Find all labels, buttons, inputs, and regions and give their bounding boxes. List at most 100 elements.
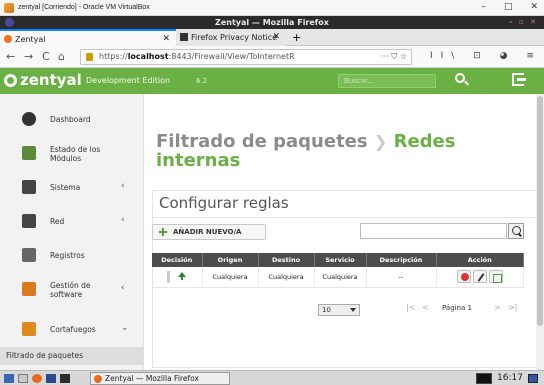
last-page-button[interactable]: >| (508, 303, 517, 312)
delete-icon[interactable] (456, 270, 471, 284)
firefox-favicon-icon (180, 33, 188, 41)
vbox-titlebar: zentyal [Corriendo] - Oracle VM VirtualB… (0, 0, 544, 16)
sidebar-item[interactable]: Estado de los Módulos (0, 136, 144, 170)
tab-zentyal[interactable]: Zentyal ✕ (0, 29, 176, 46)
sidebar-item[interactable]: Cortafuegos ⌄ (0, 312, 144, 346)
sidebar-item-label: Dashboard (50, 115, 91, 124)
app-logo-text[interactable]: zentyal (20, 71, 82, 89)
table-search-icon[interactable] (508, 223, 524, 239)
url-actions[interactable]: ··· ⛉ ☆ (381, 50, 407, 64)
url-bar[interactable]: https://localhost:8443/Firewall/View/ToI… (80, 49, 412, 65)
back-button[interactable]: ← (6, 50, 15, 63)
expand-arrow-icon[interactable]: ‹ (121, 181, 125, 191)
edition-label: Development Edition (86, 76, 171, 85)
close-button[interactable]: ✕ (530, 2, 538, 12)
sidebar-item[interactable]: Dashboard (0, 102, 144, 136)
destination-cell: Cualquiera (258, 267, 315, 288)
files-launcher-icon[interactable] (46, 374, 56, 383)
maximize-button[interactable]: □ (504, 2, 513, 12)
tab-strip: Zentyal ✕ Firefox Privacy Notice — ✕ + (0, 29, 544, 59)
new-tab-button[interactable]: + (292, 29, 301, 46)
url-prefix: https:// (99, 52, 128, 61)
origin-cell: Cualquiera (202, 267, 259, 288)
keyboard-layout-icon[interactable] (528, 374, 538, 383)
tab-close-icon[interactable]: ✕ (272, 29, 280, 46)
forward-button[interactable]: → (24, 50, 33, 63)
table-filter-input[interactable] (360, 223, 507, 239)
expand-arrow-icon[interactable]: ‹ (121, 215, 125, 225)
firewall-icon (22, 322, 36, 336)
breadcrumb-separator-icon: ❯ (373, 132, 388, 151)
zentyal-favicon-icon (4, 35, 12, 43)
sidebar-item[interactable]: Red ‹ (0, 204, 144, 238)
table-row[interactable]: Cualquiera Cualquiera Cualquiera -- (152, 267, 524, 288)
virtualbox-icon (4, 2, 14, 13)
prev-page-button[interactable]: < (422, 303, 429, 312)
search-icon[interactable] (455, 73, 465, 83)
page-size-select[interactable]: 10 (318, 304, 360, 316)
divider (153, 217, 541, 218)
plus-icon (159, 228, 167, 236)
zentyal-logo-icon (4, 74, 17, 87)
description-cell: -- (366, 267, 437, 288)
toolbar-right-icons[interactable]: II\ ⊡ ◕ ≡ (430, 51, 542, 61)
logout-icon[interactable] (512, 73, 526, 86)
gear-icon (22, 180, 36, 194)
vbox-window-controls: – □ ✕ (481, 2, 538, 12)
first-page-button[interactable]: |< (406, 303, 415, 312)
column-header: Decisión (152, 253, 203, 267)
sidebar-item[interactable]: Gestión de software ‹ (0, 272, 144, 306)
rules-table: Decisión Origen Destino Servicio Descrip… (152, 253, 524, 288)
expand-arrow-icon[interactable]: ‹ (121, 283, 125, 293)
edit-icon[interactable] (472, 270, 487, 284)
scrollbar-thumb[interactable] (537, 96, 543, 326)
clone-icon[interactable] (488, 270, 503, 284)
sidebar-subitem-packet-filter[interactable]: Filtrado de paquetes (0, 347, 144, 365)
reload-button[interactable]: C (42, 50, 50, 63)
network-icon (22, 214, 36, 228)
firefox-icon (94, 375, 102, 383)
sidebar-item-label: Sistema (50, 183, 81, 192)
sidebar-item[interactable]: Sistema ‹ (0, 170, 144, 204)
clock[interactable]: 16:17 (497, 373, 523, 383)
dropdown-arrow-icon (350, 308, 356, 312)
breadcrumb-parent[interactable]: Filtrado de paquetes (156, 131, 368, 152)
service-cell: Cualquiera (314, 267, 367, 288)
decision-cell (152, 267, 203, 288)
tab-privacy-notice[interactable]: Firefox Privacy Notice — ✕ (176, 29, 286, 59)
add-new-button[interactable]: AÑADIR NUEVO/A (152, 224, 266, 240)
next-page-button[interactable]: > (494, 303, 501, 312)
sidebar-item-label: Estado de los Módulos (50, 145, 101, 163)
firefox-window-title: Zentyal — Mozilla Firefox (215, 18, 329, 27)
desktop-icon[interactable] (18, 374, 28, 383)
app-header: zentyal Development Edition 6.2 Buscar..… (0, 68, 544, 94)
system-monitor-icon[interactable] (476, 373, 492, 384)
drag-handle-icon[interactable] (167, 270, 171, 283)
column-header: Descripción (366, 253, 437, 267)
url-host: localhost (127, 52, 169, 61)
firefox-titlebar: Zentyal — Mozilla Firefox – ▫ ✕ (0, 16, 544, 29)
sidebar: Dashboard Estado de los Módulos Sistema ‹ Re… (0, 94, 144, 370)
search-input[interactable]: Buscar... (338, 74, 436, 88)
url-path: :8443/Firewall/View/ToInternetR (168, 52, 295, 61)
accept-arrow-icon (178, 271, 187, 280)
firefox-window-controls[interactable]: – ▫ ✕ (509, 16, 538, 29)
expand-arrow-icon[interactable]: ⌄ (121, 323, 129, 333)
software-icon (22, 282, 36, 296)
taskbar: Zentyal — Mozilla Firefox 16:17 (0, 370, 544, 385)
sidebar-item-label: Red (50, 217, 65, 226)
firefox-launcher-icon[interactable] (32, 374, 42, 383)
logs-icon (22, 248, 36, 262)
tab-label: Zentyal (15, 35, 46, 44)
vbox-window-title: zentyal [Corriendo] - Oracle VM VirtualB… (18, 4, 150, 11)
home-button[interactable]: ⌂ (58, 50, 65, 63)
start-menu-icon[interactable] (4, 374, 14, 383)
sidebar-item[interactable]: Registros (0, 238, 144, 272)
terminal-launcher-icon[interactable] (60, 374, 70, 383)
minimize-button[interactable]: – (481, 2, 486, 12)
taskbar-firefox-entry[interactable]: Zentyal — Mozilla Firefox (90, 372, 230, 385)
page-scrollbar[interactable] (536, 94, 544, 370)
main-content: Filtrado de paquetes ❯ Redes internas Co… (144, 94, 544, 370)
column-header: Destino (258, 253, 315, 267)
column-header: Acción (436, 253, 524, 267)
